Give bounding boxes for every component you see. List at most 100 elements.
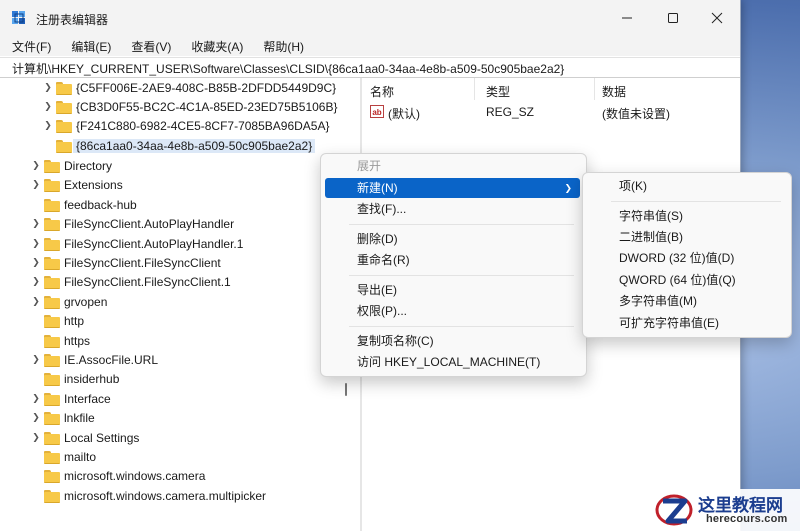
submenu-item-dword-value[interactable]: DWORD (32 位)值(D): [587, 248, 785, 268]
tree-item[interactable]: feedback-hub: [30, 195, 137, 214]
tree-item[interactable]: ❯ Local Settings: [30, 428, 139, 447]
address-path[interactable]: 计算机\HKEY_CURRENT_USER\Software\Classes\C…: [12, 60, 564, 77]
submenu-item-binary-value[interactable]: 二进制值(B): [587, 227, 785, 247]
chevron-right-icon[interactable]: ❯: [30, 156, 42, 175]
value-data: (数值未设置): [602, 107, 670, 121]
folder-icon: [44, 159, 60, 173]
string-value-icon: ab: [370, 105, 384, 118]
tree-item[interactable]: ❯ {F241C880-6982-4CE5-8CF7-7085BA96DA5A}: [42, 116, 330, 135]
close-button[interactable]: [694, 0, 740, 36]
menu-help[interactable]: 帮助(H): [251, 36, 312, 56]
tree-item[interactable]: microsoft.windows.camera.multipicker: [30, 486, 266, 505]
new-submenu: 项(K) 字符串值(S) 二进制值(B) DWORD (32 位)值(D) QW…: [582, 172, 792, 338]
submenu-item-expandable-string-value[interactable]: 可扩充字符串值(E): [587, 313, 785, 333]
column-type[interactable]: 类型: [486, 83, 510, 100]
tree-item[interactable]: http: [30, 311, 84, 330]
column-data[interactable]: 数据: [602, 83, 626, 100]
key-tree: ❯ {C5FF006E-2AE9-408C-B85B-2DFDD5449D9C}…: [0, 78, 340, 531]
menu-item-export[interactable]: 导出(E): [325, 280, 580, 300]
menu-item-new[interactable]: 新建(N) ❯: [325, 178, 580, 198]
chevron-right-icon[interactable]: ❯: [30, 428, 42, 447]
tree-item[interactable]: microsoft.windows.camera: [30, 466, 205, 485]
menu-view[interactable]: 查看(V): [119, 36, 179, 56]
close-icon: [711, 12, 723, 24]
tree-item-label: http: [64, 313, 85, 328]
chevron-right-icon[interactable]: ❯: [42, 97, 54, 116]
menu-item-find[interactable]: 查找(F)...: [325, 199, 580, 219]
menu-item-rename[interactable]: 重命名(R): [325, 250, 580, 270]
tree-item-label: Extensions: [64, 177, 123, 192]
tree-item[interactable]: ❯ FileSyncClient.AutoPlayHandler.1: [30, 234, 243, 253]
tree-item[interactable]: ❯ FileSyncClient.AutoPlayHandler: [30, 214, 234, 233]
folder-icon: [44, 372, 60, 386]
chevron-right-icon: ❯: [564, 183, 572, 193]
chevron-right-icon[interactable]: ❯: [30, 350, 42, 369]
menu-bar: 文件(F) 编辑(E) 查看(V) 收藏夹(A) 帮助(H): [0, 36, 740, 56]
folder-icon: [44, 295, 60, 309]
submenu-item-qword-value[interactable]: QWORD (64 位)值(Q): [587, 270, 785, 290]
tree-item[interactable]: https: [30, 331, 90, 350]
chevron-right-icon[interactable]: ❯: [30, 389, 42, 408]
chevron-right-icon[interactable]: ❯: [30, 272, 42, 291]
tree-item-label: https: [64, 333, 91, 348]
tree-item[interactable]: ❯ {CB3D0F55-BC2C-4C1A-85ED-23ED75B5106B}: [42, 97, 337, 116]
folder-icon: [44, 237, 60, 251]
chevron-right-icon[interactable]: ❯: [42, 78, 54, 97]
column-divider[interactable]: [474, 78, 475, 100]
maximize-icon: [668, 13, 678, 23]
tree-item[interactable]: ❯ Extensions: [30, 175, 123, 194]
tree-item[interactable]: ❯ Directory: [30, 156, 112, 175]
tree-item-label: FileSyncClient.AutoPlayHandler.1: [64, 236, 244, 251]
chevron-right-icon[interactable]: ❯: [30, 214, 42, 233]
folder-icon: [44, 217, 60, 231]
chevron-right-icon[interactable]: ❯: [30, 234, 42, 253]
menu-favorites[interactable]: 收藏夹(A): [179, 36, 251, 56]
tree-item[interactable]: ❯ Interface: [30, 389, 111, 408]
menu-file[interactable]: 文件(F): [0, 36, 59, 56]
tree-item[interactable]: ❯ grvopen: [30, 292, 107, 311]
address-bar[interactable]: 计算机\HKEY_CURRENT_USER\Software\Classes\C…: [0, 57, 740, 78]
scrollbar-thumb[interactable]: [345, 383, 347, 396]
chevron-right-icon[interactable]: ❯: [30, 175, 42, 194]
menu-item-permissions[interactable]: 权限(P)...: [325, 301, 580, 321]
menu-separator: [349, 275, 574, 276]
tree-item[interactable]: ❯ lnkfile: [30, 408, 95, 427]
tree-item-label: feedback-hub: [64, 197, 137, 212]
submenu-item-multi-string-value[interactable]: 多字符串值(M): [587, 291, 785, 311]
folder-icon: [44, 392, 60, 406]
chevron-right-icon[interactable]: ❯: [30, 253, 42, 272]
chevron-right-icon[interactable]: ❯: [30, 408, 42, 427]
tree-item[interactable]: ❯ IE.AssocFile.URL: [30, 350, 158, 369]
tree-item-label: mailto: [64, 449, 97, 464]
tree-item[interactable]: ❯ {C5FF006E-2AE9-408C-B85B-2DFDD5449D9C}: [42, 78, 336, 97]
menu-item-expand[interactable]: 展开: [325, 156, 580, 176]
tree-item[interactable]: insiderhub: [30, 369, 119, 388]
menu-item-visit-hklm[interactable]: 访问 HKEY_LOCAL_MACHINE(T): [325, 352, 580, 372]
chevron-right-icon[interactable]: ❯: [30, 292, 42, 311]
folder-icon: [44, 450, 60, 464]
menu-item-copy-key-name[interactable]: 复制项名称(C): [325, 331, 580, 351]
title-bar[interactable]: 注册表编辑器: [0, 0, 740, 36]
tree-item-label: Directory: [64, 158, 113, 173]
value-row[interactable]: ab (默认) REG_SZ (数值未设置): [362, 102, 740, 122]
tree-item-selected[interactable]: {86ca1aa0-34aa-4e8b-a509-50c905bae2a2}: [42, 136, 316, 155]
chevron-right-icon[interactable]: ❯: [42, 116, 54, 135]
menu-item-delete[interactable]: 删除(D): [325, 229, 580, 249]
minimize-button[interactable]: [604, 0, 650, 36]
column-divider[interactable]: [594, 78, 595, 100]
registry-editor-icon: [12, 11, 25, 24]
column-name[interactable]: 名称: [370, 83, 394, 100]
maximize-button[interactable]: [650, 0, 696, 36]
tree-item[interactable]: ❯ FileSyncClient.FileSyncClient.1: [30, 272, 231, 291]
tree-item[interactable]: mailto: [30, 447, 96, 466]
tree-item-label: insiderhub: [64, 371, 120, 386]
tree-item[interactable]: ❯ FileSyncClient.FileSyncClient: [30, 253, 221, 272]
submenu-item-key[interactable]: 项(K): [587, 176, 785, 196]
folder-icon: [44, 469, 60, 483]
submenu-item-string-value[interactable]: 字符串值(S): [587, 206, 785, 226]
tree-item-label: grvopen: [64, 294, 108, 309]
menu-edit[interactable]: 编辑(E): [59, 36, 119, 56]
window-title: 注册表编辑器: [36, 13, 109, 27]
list-header: 名称 类型 数据: [362, 78, 740, 102]
